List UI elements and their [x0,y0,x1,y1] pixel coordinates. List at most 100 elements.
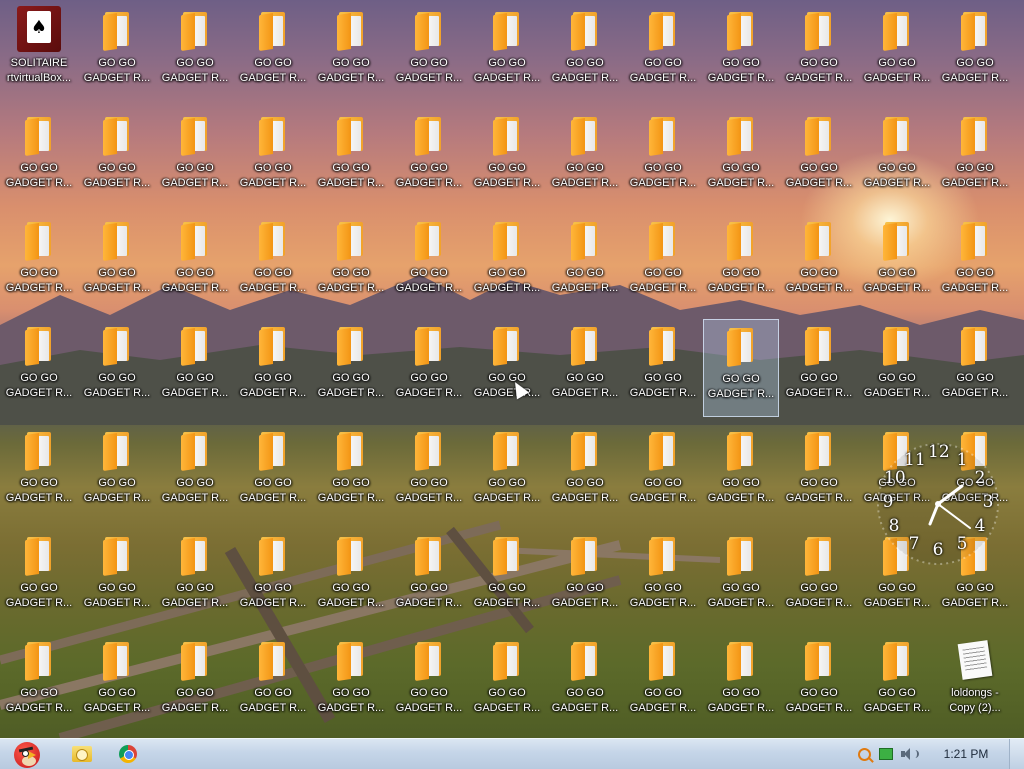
desktop-folder-icon[interactable]: GO GO GADGET R... [157,319,233,417]
desktop-folder-icon[interactable]: GO GO GADGET R... [79,214,155,312]
show-desktop-button[interactable] [1009,739,1024,769]
desktop-folder-icon[interactable]: GO GO GADGET R... [859,319,935,417]
desktop-folder-icon[interactable]: GO GO GADGET R... [391,424,467,522]
desktop-folder-icon[interactable]: GO GO GADGET R... [313,634,389,732]
desktop-folder-icon[interactable]: GO GO GADGET R... [469,4,545,102]
desktop-folder-icon[interactable]: GO GO GADGET R... [313,424,389,522]
desktop-folder-icon[interactable]: GO GO GADGET R... [1,214,77,312]
desktop-folder-icon[interactable]: GO GO GADGET R... [703,634,779,732]
desktop-folder-icon[interactable]: GO GO GADGET R... [235,214,311,312]
desktop-folder-icon[interactable]: GO GO GADGET R... [937,4,1013,102]
taskbar-chrome-button[interactable] [108,739,148,769]
desktop-folder-icon[interactable]: GO GO GADGET R... [469,319,545,417]
desktop-folder-icon[interactable]: GO GO GADGET R... [547,634,623,732]
desktop-folder-icon[interactable]: GO GO GADGET R... [937,319,1013,417]
desktop-folder-icon[interactable]: GO GO GADGET R... [235,109,311,207]
desktop-folder-icon[interactable]: GO GO GADGET R... [79,4,155,102]
desktop-folder-icon[interactable]: GO GO GADGET R... [859,109,935,207]
desktop-folder-icon[interactable]: GO GO GADGET R... [547,424,623,522]
desktop-folder-icon[interactable]: GO GO GADGET R... [313,319,389,417]
desktop-folder-icon[interactable]: GO GO GADGET R... [1,529,77,627]
desktop-folder-icon[interactable]: GO GO GADGET R... [937,109,1013,207]
desktop-folder-icon[interactable]: GO GO GADGET R... [781,4,857,102]
desktop-folder-icon[interactable]: GO GO GADGET R... [625,319,701,417]
desktop-folder-icon[interactable]: GO GO GADGET R... [625,109,701,207]
desktop-folder-icon[interactable]: GO GO GADGET R... [703,214,779,312]
taskbar-explorer-button[interactable] [62,739,102,769]
desktop-folder-icon[interactable]: GO GO GADGET R... [469,424,545,522]
desktop-folder-icon[interactable]: GO GO GADGET R... [235,634,311,732]
desktop-folder-icon[interactable]: GO GO GADGET R... [469,529,545,627]
desktop-folder-icon[interactable]: GO GO GADGET R... [859,529,935,627]
desktop-folder-icon[interactable]: GO GO GADGET R... [781,109,857,207]
desktop-folder-icon[interactable]: GO GO GADGET R... [469,214,545,312]
start-button[interactable] [2,739,50,769]
desktop-folder-icon[interactable]: GO GO GADGET R... [235,424,311,522]
desktop-folder-icon[interactable]: GO GO GADGET R... [157,634,233,732]
taskbar-clock[interactable]: 1:21 PM [933,747,999,761]
desktop-folder-icon[interactable]: GO GO GADGET R... [547,214,623,312]
desktop-folder-icon[interactable]: GO GO GADGET R... [859,634,935,732]
desktop-folder-icon[interactable]: GO GO GADGET R... [781,214,857,312]
desktop-folder-icon[interactable]: GO GO GADGET R... [79,424,155,522]
desktop-folder-icon[interactable]: GO GO GADGET R... [157,529,233,627]
desktop-folder-icon[interactable]: GO GO GADGET R... [235,319,311,417]
desktop-folder-icon[interactable]: GO GO GADGET R... [79,529,155,627]
desktop-folder-icon[interactable]: GO GO GADGET R... [937,424,1013,522]
desktop-folder-icon[interactable]: GO GO GADGET R... [157,4,233,102]
desktop-folder-icon[interactable]: GO GO GADGET R... [625,529,701,627]
desktop-folder-icon[interactable]: GO GO GADGET R... [937,529,1013,627]
desktop-folder-icon[interactable]: GO GO GADGET R... [391,109,467,207]
desktop-folder-icon[interactable]: GO GO GADGET R... [703,109,779,207]
desktop-folder-icon[interactable]: GO GO GADGET R... [859,214,935,312]
desktop-folder-icon[interactable]: GO GO GADGET R... [547,529,623,627]
desktop-folder-icon[interactable]: GO GO GADGET R... [391,214,467,312]
desktop-folder-icon[interactable]: GO GO GADGET R... [79,109,155,207]
desktop-folder-icon[interactable]: GO GO GADGET R... [157,424,233,522]
desktop-folder-icon[interactable]: GO GO GADGET R... [391,319,467,417]
desktop-folder-icon[interactable]: GO GO GADGET R... [547,4,623,102]
desktop-folder-icon[interactable]: GO GO GADGET R... [781,319,857,417]
desktop-folder-icon[interactable]: GO GO GADGET R... [313,529,389,627]
desktop-folder-icon[interactable]: GO GO GADGET R... [859,4,935,102]
desktop-folder-icon[interactable]: GO GO GADGET R... [547,109,623,207]
desktop-folder-icon[interactable]: GO GO GADGET R... [547,319,623,417]
desktop-folder-icon[interactable]: GO GO GADGET R... [625,214,701,312]
desktop-folder-icon[interactable]: GO GO GADGET R... [391,529,467,627]
desktop-folder-icon[interactable]: GO GO GADGET R... [781,529,857,627]
desktop-folder-icon[interactable]: GO GO GADGET R... [937,214,1013,312]
tray-search-button[interactable] [853,739,875,769]
desktop-folder-icon[interactable]: GO GO GADGET R... [703,424,779,522]
desktop-folder-icon[interactable]: GO GO GADGET R... [313,214,389,312]
desktop-folder-icon[interactable]: GO GO GADGET R... [79,634,155,732]
desktop-icon-loldongs[interactable]: loldongs - Copy (2)... [937,634,1013,732]
desktop-folder-icon[interactable]: GO GO GADGET R... [313,109,389,207]
desktop-folder-icon[interactable]: GO GO GADGET R... [235,529,311,627]
desktop-folder-icon[interactable]: GO GO GADGET R... [157,109,233,207]
desktop-folder-icon[interactable]: GO GO GADGET R... [1,319,77,417]
desktop-folder-icon[interactable]: GO GO GADGET R... [1,634,77,732]
desktop[interactable]: ♠ SOLITAIRE rtvirtualBox... GO GO GADGET R… [0,0,1024,738]
tray-volume-button[interactable] [897,739,919,769]
desktop-folder-icon[interactable]: GO GO GADGET R... [625,4,701,102]
desktop-folder-icon[interactable]: GO GO GADGET R... [703,529,779,627]
desktop-folder-icon[interactable]: GO GO GADGET R... [469,109,545,207]
desktop-folder-icon[interactable]: GO GO GADGET R... [781,634,857,732]
desktop-folder-icon[interactable]: GO GO GADGET R... [157,214,233,312]
desktop-folder-icon[interactable]: GO GO GADGET R... [859,424,935,522]
desktop-folder-icon[interactable]: GO GO GADGET R... [703,4,779,102]
desktop-folder-icon[interactable]: GO GO GADGET R... [391,4,467,102]
desktop-folder-icon[interactable]: GO GO GADGET R... [625,634,701,732]
desktop-folder-icon[interactable]: GO GO GADGET R... [391,634,467,732]
desktop-folder-icon[interactable]: GO GO GADGET R... [235,4,311,102]
desktop-folder-icon[interactable]: GO GO GADGET R... [469,634,545,732]
desktop-icon-solitaire[interactable]: ♠ SOLITAIRE rtvirtualBox... [1,4,77,102]
desktop-folder-icon[interactable]: GO GO GADGET R... [625,424,701,522]
desktop-folder-icon[interactable]: GO GO GADGET R... [1,424,77,522]
desktop-folder-icon[interactable]: GO GO GADGET R... [781,424,857,522]
desktop-folder-icon[interactable]: GO GO GADGET R... [79,319,155,417]
desktop-folder-icon[interactable]: GO GO GADGET R... [313,4,389,102]
tray-battery-button[interactable] [875,739,897,769]
desktop-folder-icon[interactable]: GO GO GADGET R... [703,319,779,417]
desktop-folder-icon[interactable]: GO GO GADGET R... [1,109,77,207]
